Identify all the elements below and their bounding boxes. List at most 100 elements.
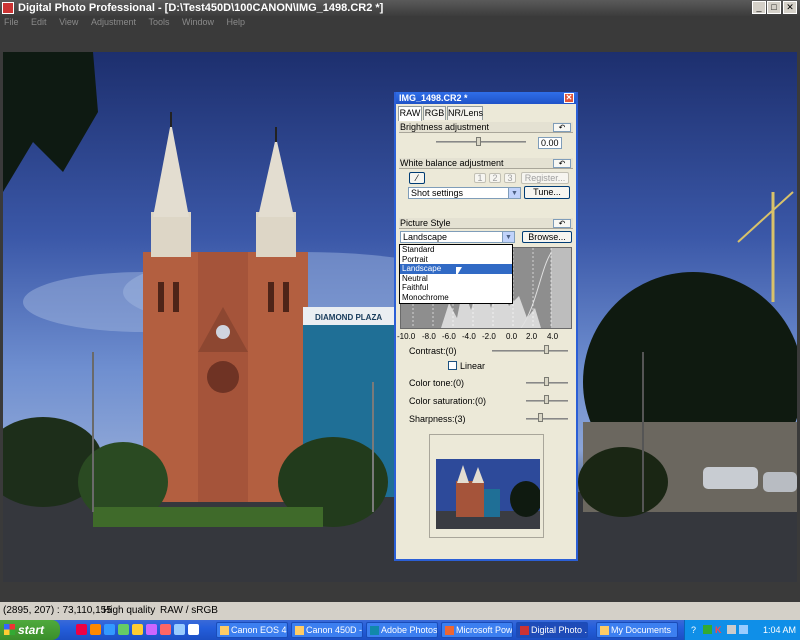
brightness-section-header: Brightness adjustment ↶: [399, 122, 573, 133]
task-label: Digital Photo ...: [531, 625, 588, 635]
start-button[interactable]: start: [0, 620, 60, 640]
brightness-slider-track[interactable]: [436, 141, 526, 143]
chevron-down-icon[interactable]: ▼: [502, 232, 514, 242]
sharpness-slider-thumb[interactable]: [538, 413, 543, 422]
task-canon-eos[interactable]: Canon EOS 4...: [216, 622, 288, 638]
linear-label: Linear: [460, 361, 486, 371]
menu-bar: File Edit View Adjustment Tools Window H…: [0, 16, 800, 29]
brightness-slider-thumb[interactable]: [476, 137, 481, 146]
task-label: Adobe Photos...: [381, 625, 438, 635]
color-tone-label: Color tone:(0): [409, 378, 465, 388]
picture-style-label: Picture Style: [400, 218, 451, 228]
task-label: My Documents: [611, 625, 672, 635]
menu-adjustment[interactable]: Adjustment: [91, 17, 136, 27]
task-label: Microsoft Pow...: [456, 625, 513, 635]
menu-view[interactable]: View: [59, 17, 78, 27]
diamond-plaza-sign: DIAMOND PLAZA: [315, 313, 382, 322]
task-my-documents[interactable]: My Documents: [596, 622, 678, 638]
axis-tick-4: 4.0: [547, 332, 559, 341]
app-title-bar: Digital Photo Professional - [D:\Test450…: [0, 0, 800, 16]
wb-register-2-button[interactable]: 2: [489, 173, 501, 183]
volume-tray-icon[interactable]: [727, 625, 736, 634]
window-title: Digital Photo Professional - [D:\Test450…: [18, 2, 384, 14]
menu-file[interactable]: File: [4, 17, 19, 27]
style-option-standard[interactable]: Standard: [400, 245, 512, 255]
network-tray-icon[interactable]: [739, 625, 748, 634]
menu-window[interactable]: Window: [182, 17, 214, 27]
linear-checkbox[interactable]: [448, 361, 457, 370]
axis-tick-neg6: -6.0: [442, 332, 456, 341]
maximize-button[interactable]: □: [767, 1, 781, 14]
saturation-slider-thumb[interactable]: [544, 395, 549, 404]
task-digital-photo[interactable]: Digital Photo ...: [516, 622, 588, 638]
contrast-slider-thumb[interactable]: [544, 345, 549, 354]
status-color-mode: RAW / sRGB: [160, 605, 218, 616]
quicklaunch-app-icon[interactable]: [76, 624, 87, 635]
status-coords: (2895, 207) : 73,110,155: [3, 605, 112, 616]
tray-icon[interactable]: [703, 625, 712, 634]
style-option-monochrome[interactable]: Monochrome: [400, 293, 512, 303]
quicklaunch-app-icon[interactable]: [188, 624, 199, 635]
system-tray: ? K 1:04 AM: [684, 620, 800, 640]
white-balance-label: White balance adjustment: [400, 158, 504, 168]
axis-tick-neg2: -2.0: [482, 332, 496, 341]
wb-tune-button[interactable]: Tune...: [524, 186, 570, 199]
brightness-value-field[interactable]: 0.00: [538, 137, 562, 149]
sharpness-slider-track[interactable]: [526, 418, 568, 420]
style-option-faithful[interactable]: Faithful: [400, 283, 512, 293]
wb-register-1-button[interactable]: 1: [474, 173, 486, 183]
folder-icon: [600, 626, 609, 635]
palette-title-bar[interactable]: IMG_1498.CR2 * ✕: [396, 92, 576, 104]
task-photoshop[interactable]: Adobe Photos...: [366, 622, 438, 638]
quicklaunch-app-icon[interactable]: [132, 624, 143, 635]
color-tone-slider-thumb[interactable]: [544, 377, 549, 386]
minimize-button[interactable]: _: [752, 1, 766, 14]
clock[interactable]: 1:04 AM: [763, 620, 796, 640]
navigator-panel[interactable]: [429, 434, 544, 538]
tab-raw[interactable]: RAW: [398, 106, 422, 121]
quicklaunch-app-icon[interactable]: [174, 624, 185, 635]
axis-tick-2: 2.0: [526, 332, 538, 341]
menu-edit[interactable]: Edit: [31, 17, 47, 27]
dpp-icon: [520, 626, 529, 635]
tab-rgb[interactable]: RGB: [423, 106, 446, 120]
picture-style-reset-icon[interactable]: ↶: [553, 219, 571, 228]
quicklaunch-ie-icon[interactable]: [104, 624, 115, 635]
windows-logo-icon: [4, 624, 15, 635]
picture-style-browse-button[interactable]: Browse...: [522, 231, 572, 243]
menu-tools[interactable]: Tools: [148, 17, 169, 27]
contrast-label: Contrast:(0): [409, 346, 457, 356]
contrast-slider-track[interactable]: [492, 350, 568, 352]
tab-nr-lens[interactable]: NR/Lens: [447, 106, 483, 120]
style-option-portrait[interactable]: Portrait: [400, 255, 512, 265]
quicklaunch-app-icon[interactable]: [146, 624, 157, 635]
quicklaunch-app-icon[interactable]: [160, 624, 171, 635]
task-label: Canon EOS 4...: [231, 625, 288, 635]
brightness-reset-icon[interactable]: ↶: [553, 123, 571, 132]
picture-style-select-value: Landscape: [403, 232, 448, 242]
quicklaunch-firefox-icon[interactable]: [90, 624, 101, 635]
kaspersky-tray-icon[interactable]: K: [715, 620, 722, 640]
white-balance-select[interactable]: Shot settings ▼: [408, 187, 521, 199]
close-button[interactable]: ✕: [783, 1, 797, 14]
taskbar: start Canon EOS 4... Canon 450D -... Ado…: [0, 620, 800, 640]
task-powerpoint[interactable]: Microsoft Pow...: [441, 622, 513, 638]
navigator-thumbnail: [436, 459, 540, 529]
wb-register-button[interactable]: Register...: [521, 172, 569, 184]
brightness-label: Brightness adjustment: [400, 122, 490, 132]
tool-palette: IMG_1498.CR2 * ✕ RAW RGB NR/Lens Brightn…: [394, 92, 578, 561]
chevron-down-icon[interactable]: ▼: [508, 188, 520, 198]
axis-tick-neg8: -8.0: [422, 332, 436, 341]
photoshop-icon: [370, 626, 379, 635]
eyedropper-icon[interactable]: ⁄: [409, 172, 425, 184]
menu-help[interactable]: Help: [227, 17, 246, 27]
axis-tick-neg4: -4.0: [462, 332, 476, 341]
axis-tick-0: 0.0: [506, 332, 518, 341]
white-balance-reset-icon[interactable]: ↶: [553, 159, 571, 168]
palette-close-icon[interactable]: ✕: [564, 93, 574, 103]
task-canon-450d[interactable]: Canon 450D -...: [291, 622, 363, 638]
picture-style-select[interactable]: Landscape ▼: [400, 231, 515, 243]
wb-register-3-button[interactable]: 3: [504, 173, 516, 183]
quicklaunch-app-icon[interactable]: [118, 624, 129, 635]
help-tray-icon[interactable]: ?: [691, 620, 696, 640]
